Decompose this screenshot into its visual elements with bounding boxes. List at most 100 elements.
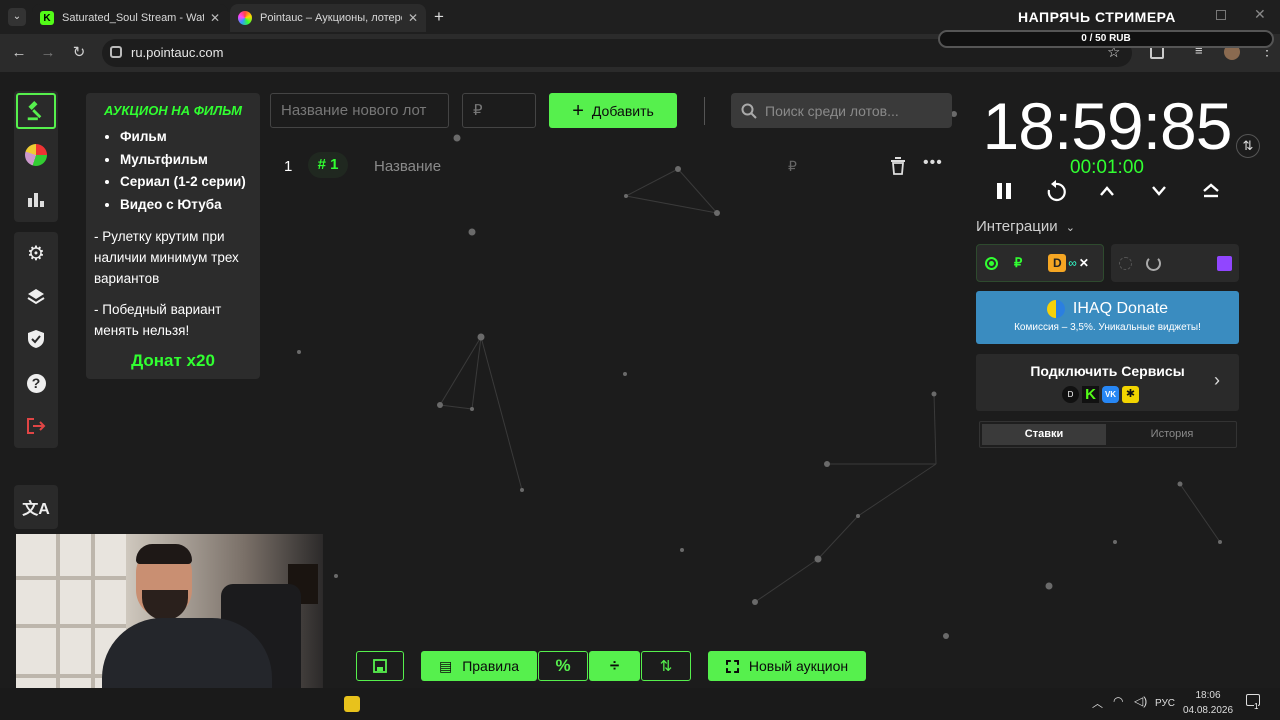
trash-icon[interactable] [890, 157, 906, 175]
donation-goal-title: НАПРЯЧЬ СТРИМЕРА [1018, 9, 1176, 25]
close-tab-icon[interactable]: ✕ [408, 11, 418, 25]
url-text[interactable]: ru.pointauc.com [131, 45, 224, 60]
rules-list-item: Мультфильм [120, 149, 252, 172]
sidebar-item-layers[interactable] [16, 278, 56, 314]
increase-time-button[interactable] [1093, 178, 1121, 204]
streamer-webcam [16, 534, 323, 708]
sidebar-item-wheel[interactable] [16, 137, 56, 173]
more-options-icon[interactable]: ••• [923, 154, 943, 172]
rules-button-label: Правила [462, 658, 520, 674]
lot-row: 1 # 1 Название ₽ ••• [270, 148, 952, 184]
double-chevron-up-icon [1203, 183, 1219, 198]
search-icon [741, 103, 757, 119]
integrations-label: Интеграции [976, 218, 1058, 235]
lot-name[interactable]: Название [374, 158, 441, 175]
chevron-up-icon [1100, 186, 1114, 196]
donationalerts-icon[interactable]: D [1048, 254, 1067, 272]
forward-icon[interactable]: → [38, 43, 58, 63]
save-button[interactable] [356, 651, 404, 681]
split-lots-button[interactable]: ÷ [589, 651, 640, 681]
tab-title: Saturated_Soul Stream - Watch [62, 12, 204, 24]
lot-id-badge[interactable]: # 1 [308, 152, 348, 178]
close-tab-icon[interactable]: ✕ [210, 11, 220, 25]
gear-icon: ⚙ [27, 242, 45, 265]
vk-icon: VK [1102, 386, 1119, 403]
add-lot-button[interactable]: + Добавить [549, 93, 677, 128]
tab-bids[interactable]: Ставки [982, 424, 1106, 445]
tray-expand-icon[interactable]: ︿ [1092, 695, 1103, 711]
window-close-icon[interactable]: ✕ [1254, 6, 1266, 23]
rules-list-item: Фильм [120, 126, 252, 149]
x-platform-icon[interactable]: ✕ [1079, 256, 1089, 270]
connect-services-card[interactable]: Подключить Сервисы D K VK ✱ › [976, 354, 1239, 411]
sidebar-item-stats[interactable] [16, 181, 56, 217]
taskbar-app-icon[interactable] [344, 696, 360, 712]
windows-taskbar: ︿ ◠ ◁) РУС 18:06 04.08.2026 1 [0, 688, 1280, 720]
rules-list-item: Сериал (1-2 серии) [120, 171, 252, 194]
rules-list-icon: ▤ [438, 657, 453, 674]
back-icon[interactable]: ← [9, 43, 29, 63]
sort-button[interactable]: ⇅ [641, 651, 691, 681]
percent-button[interactable]: % [538, 651, 588, 681]
clock-time[interactable]: 18:06 [1184, 690, 1232, 701]
decrease-time-button[interactable] [1145, 178, 1173, 204]
pause-icon [997, 183, 1011, 199]
window-maximize-icon[interactable] [1216, 10, 1226, 20]
sidebar-language[interactable]: 文A [14, 485, 58, 529]
donate-card-title: IHAQ Donate [1072, 300, 1169, 317]
swap-timer-button[interactable]: ⇅ [1236, 134, 1260, 158]
notification-count: 1 [1254, 702, 1259, 711]
gavel-icon [27, 100, 42, 121]
lot-name-input[interactable] [270, 93, 449, 128]
ihaq-donate-banner[interactable]: IHAQ Donate Комиссия – 3,5%. Уникальные … [976, 291, 1239, 344]
twitch-icon[interactable] [1217, 255, 1232, 271]
sidebar-item-settings[interactable]: ⚙ [16, 235, 56, 271]
tab-history[interactable]: История [1110, 424, 1234, 445]
sidebar-bottom-group: ⚙ ? [14, 232, 58, 448]
browser-tab-twitch[interactable]: K Saturated_Soul Stream - Watch ✕ [32, 4, 228, 32]
pie-wheel-icon [25, 144, 47, 166]
new-auction-label: Новый аукцион [748, 658, 849, 674]
divide-icon: ÷ [609, 656, 620, 675]
rules-button[interactable]: ▤ Правила [421, 651, 537, 681]
tab-list-dropdown-icon[interactable]: ⌄ [8, 8, 26, 26]
restart-button[interactable] [1042, 178, 1070, 204]
swap-icon: ⇅ [1242, 138, 1254, 153]
pointauc-icon [238, 11, 252, 25]
new-tab-button[interactable]: + [434, 7, 444, 27]
pause-button[interactable] [990, 178, 1018, 204]
radio-selected-icon[interactable] [985, 256, 998, 270]
lot-search-input[interactable]: Поиск среди лотов... [731, 93, 952, 128]
new-auction-icon [725, 659, 739, 673]
ruble-points-icon[interactable]: ₽ [1014, 255, 1022, 271]
auction-timer: 18:59:85 [982, 89, 1233, 163]
reload-icon[interactable]: ↻ [69, 43, 89, 63]
site-info-icon[interactable] [110, 46, 122, 58]
rules-donate-multiplier: Донат x20 [131, 351, 215, 370]
sidebar-item-logout[interactable] [16, 408, 56, 444]
clock-date[interactable]: 04.08.2026 [1180, 705, 1236, 716]
sidebar-item-help[interactable]: ? [16, 365, 56, 401]
wifi-icon[interactable]: ◠ [1113, 694, 1123, 708]
integrations-toggle[interactable]: Интеграции ⌄ [976, 218, 1075, 235]
infinity-icon[interactable]: ∞ [1068, 256, 1077, 270]
chevron-down-icon: ⌄ [1065, 222, 1076, 234]
volume-icon[interactable]: ◁) [1134, 694, 1147, 708]
sidebar-item-security[interactable] [16, 321, 56, 357]
rules-note: - Рулетку крутим при наличии минимум тре… [94, 229, 239, 286]
plus-icon: + [572, 99, 584, 122]
auction-rules-card: АУКЦИОН НА ФИЛЬМ Фильм Мультфильм Сериал… [86, 93, 260, 379]
timer-increment: 00:01:00 [1070, 157, 1144, 178]
radio-unselected-icon[interactable] [1119, 256, 1132, 270]
lot-amount-input[interactable] [462, 93, 536, 128]
kick-icon: K [1082, 386, 1099, 403]
keyboard-language[interactable]: РУС [1155, 698, 1175, 709]
rules-title: АУКЦИОН НА ФИЛЬМ [104, 103, 242, 118]
lot-amount[interactable]: ₽ [788, 158, 797, 175]
toolbar-divider [704, 97, 705, 125]
help-icon: ? [26, 373, 46, 393]
browser-tab-pointauc[interactable]: Pointauc – Аукционы, лотереи ✕ [230, 4, 426, 32]
sidebar-item-auction[interactable] [16, 93, 56, 129]
double-increase-button[interactable] [1197, 178, 1225, 204]
new-auction-button[interactable]: Новый аукцион [708, 651, 866, 681]
